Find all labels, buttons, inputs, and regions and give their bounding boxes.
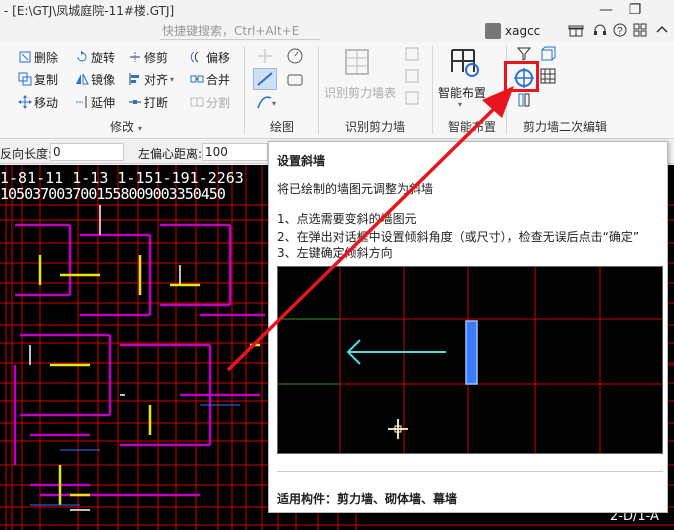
extend-label: 延伸: [91, 95, 116, 110]
align-label: 对齐: [144, 72, 169, 87]
modify-group-label[interactable]: 修改 ▾: [110, 118, 142, 135]
rectangle-tool-icon[interactable]: [285, 70, 305, 90]
restore-button[interactable]: ❐: [625, 0, 645, 20]
wall-3d-icon[interactable]: [540, 46, 556, 62]
offset-icon: [190, 51, 199, 63]
secondary-edit-group-label: 剪力墙二次编辑: [523, 120, 608, 134]
window-title: - [E:\GTJ\凤城庭院-11#楼.GTJ]: [4, 4, 175, 18]
slanted-wall-preview: [278, 267, 662, 453]
divider: [244, 46, 245, 134]
svg-text:▾: ▾: [272, 99, 276, 108]
break-icon: [129, 100, 141, 104]
smart-group-label: 智能布置: [448, 120, 497, 134]
mirror-label: 镜像: [91, 72, 116, 87]
divider: [318, 46, 319, 134]
align-dropdown-icon[interactable]: ▾: [170, 75, 174, 84]
minimize-button[interactable]: —: [596, 0, 616, 20]
rotate-icon: [77, 51, 87, 62]
recognize-wall-table-label: 识别剪力墙表: [324, 85, 397, 100]
rotate-button[interactable]: 旋转: [75, 47, 115, 67]
grid-menu-icon[interactable]: [632, 22, 648, 38]
tooltip-step: 3、左键确定倾斜方向: [277, 246, 393, 260]
tooltip-step: 1、点选需要变斜的墙图元: [277, 212, 417, 226]
smart-layout-dropdown-icon[interactable]: ▾: [458, 100, 462, 109]
split-icon: [190, 97, 204, 107]
user-area[interactable]: xagcc: [485, 20, 540, 42]
delete-label: 删除: [34, 50, 59, 65]
extend-button[interactable]: 延伸: [75, 92, 115, 112]
divider: [432, 46, 433, 134]
recognize-wall-table-button[interactable]: 识别剪力墙表: [324, 82, 396, 102]
offset-button[interactable]: 偏移: [190, 47, 230, 67]
collapse-icon[interactable]: [654, 22, 670, 38]
tooltip-description: 将已绘制的墙图元调整为斜墙: [277, 182, 434, 196]
username: xagcc: [505, 24, 541, 38]
recognize-wall-table-icon: [345, 49, 369, 75]
align-button[interactable]: 对齐 ▾: [128, 69, 174, 89]
merge-button[interactable]: 合并: [190, 69, 230, 89]
smart-layout-label: 智能布置: [438, 85, 487, 100]
recognize-small-icon[interactable]: [404, 46, 420, 62]
point-tool-icon[interactable]: [255, 46, 275, 66]
search-input[interactable]: 快捷键搜索，Ctrl+Alt+E: [160, 22, 320, 40]
wall-grid-icon[interactable]: [540, 68, 556, 84]
recognize-group-label: 识别剪力墙: [345, 120, 406, 134]
reverse-length-input[interactable]: 0: [50, 143, 124, 161]
modify-dropdown-icon: ▾: [137, 124, 142, 133]
arc-tool-icon[interactable]: ▾: [255, 92, 279, 112]
trim-icon: [130, 52, 140, 62]
headset-icon[interactable]: [592, 22, 608, 38]
tooltip-set-slanted-wall: 设置斜墙 将已绘制的墙图元调整为斜墙 1、点选需要变斜的墙图元 2、在弹出对话框…: [268, 141, 668, 513]
move-label: 移动: [34, 95, 59, 110]
tooltip-applicable-components: 适用构件：剪力墙、砌体墙、幕墙: [277, 492, 458, 506]
offset-label: 偏移: [206, 50, 231, 65]
mirror-button[interactable]: 镜像: [75, 69, 115, 89]
reverse-length-label: 反向长度:: [0, 147, 53, 161]
gift-icon[interactable]: [568, 22, 584, 38]
highlight-box: [504, 61, 539, 92]
recognize-small-icon-2[interactable]: [404, 68, 420, 84]
extend-icon: [76, 96, 87, 108]
title-bar: - [E:\GTJ\凤城庭院-11#楼.GTJ] — ❐: [0, 0, 674, 20]
line-tool-icon: [257, 72, 273, 86]
smart-layout-button[interactable]: 智能布置: [438, 82, 486, 102]
tooltip-step: 2、在弹出对话框中设置倾斜角度（或尺寸），检查无误后点击“确定”: [277, 230, 640, 244]
circle-tool-icon[interactable]: [285, 46, 305, 66]
tooltip-title: 设置斜墙: [277, 154, 326, 168]
smart-layout-icon: [451, 49, 479, 77]
recognize-small-icon-3[interactable]: [404, 90, 420, 106]
left-offset-label: 左偏心距离:: [138, 147, 203, 161]
break-button[interactable]: 打断: [128, 92, 168, 112]
filter-wall-icon[interactable]: [516, 46, 532, 62]
wall-link-icon[interactable]: [516, 92, 532, 108]
break-label: 打断: [144, 95, 169, 110]
avatar: [485, 23, 501, 39]
tooltip-preview-image: [277, 266, 663, 454]
delete-button[interactable]: 删除: [18, 47, 58, 67]
axis-dimensions: 1050370037001558009003350450: [0, 185, 226, 203]
trim-button[interactable]: 修剪: [128, 47, 168, 67]
align-icon: [129, 73, 139, 85]
copy-button[interactable]: 复制: [18, 69, 58, 89]
svg-text:?: ?: [617, 26, 623, 37]
draw-group-label: 绘图: [270, 120, 295, 134]
mirror-icon: [76, 73, 89, 85]
rotate-label: 旋转: [91, 50, 116, 65]
left-offset-input[interactable]: 100: [202, 143, 268, 161]
copy-icon: [18, 72, 32, 86]
merge-label: 合并: [206, 72, 231, 87]
modify-group-text: 修改: [110, 120, 135, 134]
trim-label: 修剪: [144, 50, 169, 65]
line-tool-button[interactable]: [253, 68, 277, 90]
delete-icon: [19, 51, 31, 63]
help-icon[interactable]: ?: [612, 22, 628, 38]
move-icon: [18, 95, 32, 109]
move-button[interactable]: 移动: [18, 92, 58, 112]
copy-label: 复制: [34, 72, 59, 87]
merge-icon: [190, 75, 204, 83]
tooltip-divider: [277, 471, 663, 472]
split-button[interactable]: 分割: [190, 92, 230, 112]
split-label: 分割: [206, 95, 231, 110]
